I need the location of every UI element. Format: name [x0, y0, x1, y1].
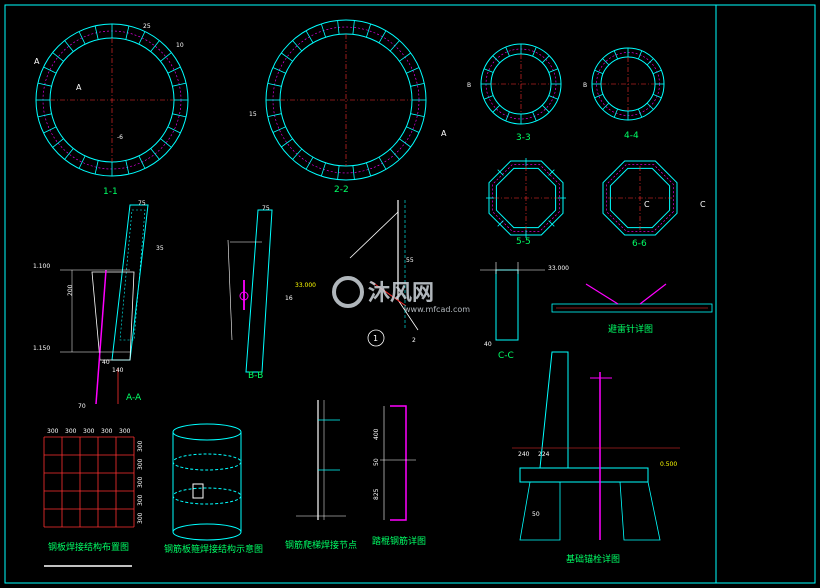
dim-55: 55: [406, 257, 414, 264]
watermark: 沐风网 www.mfcad.com: [332, 276, 470, 314]
detail-rung: 400 50 825 踏棍钢筋详图: [372, 405, 426, 547]
detail-b-b: 75 33.000 16 B-B: [227, 205, 316, 381]
dim-70-aa: 70: [78, 403, 86, 410]
elev-0500: 0.500: [660, 461, 677, 468]
dim-2: 2: [412, 337, 416, 344]
dim-200-aa: 200: [67, 284, 74, 296]
grid-dim-top: 300: [47, 428, 59, 435]
dim-16-bb: 16: [285, 295, 293, 302]
dim-40-aa: 40: [102, 359, 110, 366]
view-label-4-4: 4-4: [624, 131, 639, 141]
section-marker-c-inner: C: [644, 200, 650, 209]
watermark-brand: 沐风网: [368, 281, 434, 306]
watermark-url: www.mfcad.com: [404, 305, 470, 314]
ring-2-2: [265, 19, 427, 181]
view-label-b-b: B-B: [248, 371, 263, 381]
dim-50-base: 50: [532, 511, 540, 518]
section-marker-a-right: A: [441, 129, 447, 138]
dim-75-bb: 75: [262, 205, 270, 212]
detail-base-anchor: 240 224 0.500 50 基础锚栓详图: [512, 351, 680, 565]
title-grid: 钢板焊接结构布置图: [48, 541, 129, 553]
view-label-3-3: 3-3: [516, 133, 531, 143]
elev-mid: 33.000: [295, 282, 316, 289]
section-marker-c-right: C: [700, 200, 706, 209]
dim-10: 10: [176, 42, 184, 49]
ring-3-3: [480, 43, 562, 125]
dim-140-aa: 140: [112, 367, 124, 374]
grid-dim-top: 300: [101, 428, 113, 435]
dim-35-aa: 35: [156, 245, 164, 252]
dim-400: 400: [373, 428, 380, 440]
title-cyl: 钢筋板箍焊接结构示意图: [164, 543, 263, 555]
elev-upper: 1.150: [33, 345, 50, 352]
dim-6: -6: [117, 134, 123, 141]
dim-50-rung: 50: [373, 458, 380, 466]
grid-dim-side: 300: [137, 494, 144, 506]
title-ladder: 钢筋爬梯焊接节点: [285, 539, 357, 551]
grid-dim-top: 300: [83, 428, 95, 435]
view-label-c-c: C-C: [498, 351, 514, 361]
section-marker-b-3: B: [467, 82, 471, 89]
title-anchor: 避雷针详图: [608, 323, 653, 335]
grid-dim-side: 300: [137, 476, 144, 488]
view-label-1-1: 1-1: [103, 187, 118, 197]
detail-1: 1 55 2: [349, 200, 419, 347]
title-rung: 踏棍钢筋详图: [372, 535, 426, 547]
ring-5-5: [486, 158, 566, 238]
detail-lightning-rod: 避雷针详图: [551, 283, 713, 335]
grid-dim-top: 300: [65, 428, 77, 435]
grid-dim-side: 300: [137, 440, 144, 452]
section-marker-b-4: B: [583, 82, 587, 89]
detail-1-label: 1: [373, 334, 378, 343]
small-sections: B B 3-3 4-4 5-5 6-6 C C: [467, 82, 706, 249]
elev-right: 33.000: [548, 265, 569, 272]
cylinder-sketch: [172, 423, 242, 541]
plate-grid-plan: 300 300 300 300 300 300 300 300 300 300: [43, 428, 144, 528]
grid-title-group: 钢板焊接结构布置图: [44, 541, 132, 567]
cad-drawing-canvas: A A 25 10 -6 1-1 A 15 2-2 B B 3-3 4-4 5-…: [4, 4, 816, 584]
dim-25: 25: [143, 23, 151, 30]
dim-240: 240: [518, 451, 530, 458]
section-marker-a-left: A: [34, 57, 40, 66]
view-label-5-5: 5-5: [516, 237, 531, 247]
title-base: 基础锚栓详图: [566, 553, 620, 565]
detail-ladder-node: 钢筋爬梯焊接节点: [285, 400, 357, 551]
grid-dim-side: 300: [137, 458, 144, 470]
dim-40-cc: 40: [484, 341, 492, 348]
ring-4-4: [591, 47, 665, 121]
ring-6-6: [602, 160, 678, 236]
view-label-6-6: 6-6: [632, 239, 647, 249]
detail-c-c: 33.000 40 C-C: [480, 262, 569, 361]
view-label-a-a: A-A: [126, 393, 142, 403]
grid-dim-side: 300: [137, 512, 144, 524]
dim-75-aa: 75: [138, 200, 146, 207]
dim-825: 825: [373, 488, 380, 500]
section-marker-a-inner: A: [76, 83, 82, 92]
dim-224: 224: [538, 451, 550, 458]
view-label-2-2: 2-2: [334, 185, 349, 195]
elev-lower: 1.100: [33, 263, 50, 270]
section-2-2: A 15 2-2: [249, 111, 447, 195]
dim-15: 15: [249, 111, 257, 118]
section-1-1: A A 25 10 -6 1-1: [34, 23, 184, 197]
grid-dim-top: 300: [119, 428, 131, 435]
ring-1-1: [35, 23, 189, 177]
detail-a-a: 1.100 1.150 75 35 200 140 40 70 A-A: [33, 200, 164, 410]
